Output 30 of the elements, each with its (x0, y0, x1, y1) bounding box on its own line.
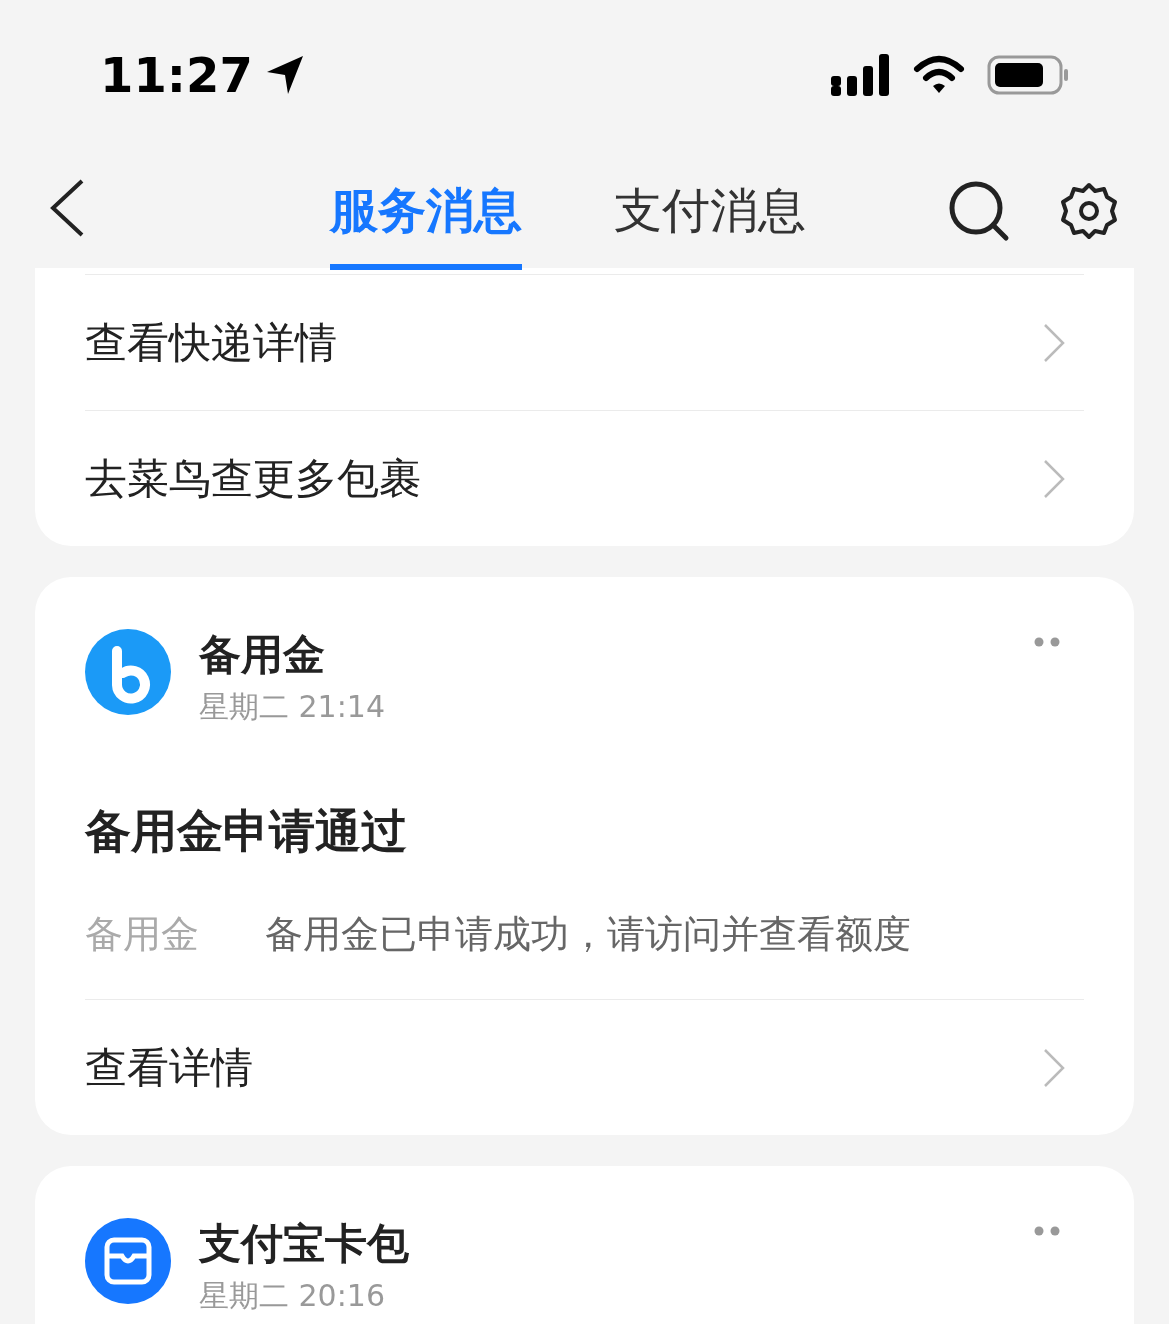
message-time: 星期二 21:14 (199, 688, 385, 726)
more-icon (1034, 637, 1060, 647)
signal-icon (831, 54, 891, 96)
settings-icon (1060, 182, 1118, 240)
chevron-right-icon (1042, 322, 1066, 363)
link-text[interactable]: 去菜鸟查更多包裹 (85, 447, 421, 510)
more-button[interactable] (1034, 637, 1060, 647)
back-icon (48, 178, 86, 238)
chevron-right-icon (1042, 458, 1066, 499)
settings-button[interactable] (1060, 182, 1118, 240)
link-text[interactable]: 查看详情 (85, 1036, 253, 1099)
wifi-icon (913, 55, 965, 95)
battery-icon (987, 55, 1069, 95)
status-time: 11:27 (100, 46, 253, 105)
tab[interactable]: 支付消息 (614, 150, 806, 270)
search-icon (948, 180, 1010, 242)
search-button[interactable] (948, 180, 1010, 242)
avatar-logo-icon (85, 629, 171, 715)
more-icon (1034, 1226, 1060, 1236)
back-button[interactable] (48, 178, 86, 238)
more-button[interactable] (1034, 1226, 1060, 1236)
link-text[interactable]: 查看快递详情 (85, 311, 337, 374)
message-time: 星期二 20:16 (199, 1277, 386, 1315)
wallet-icon (85, 1218, 171, 1304)
sender-name: 支付宝卡包 (199, 1218, 409, 1270)
field-label: 备用金 (85, 911, 200, 958)
sender-name: 备用金 (199, 629, 326, 681)
field-value: 备用金已申请成功，请访问并查看额度 (265, 911, 911, 958)
message-title: 备用金申请通过 (85, 803, 408, 860)
chevron-right-icon (1042, 1047, 1066, 1088)
